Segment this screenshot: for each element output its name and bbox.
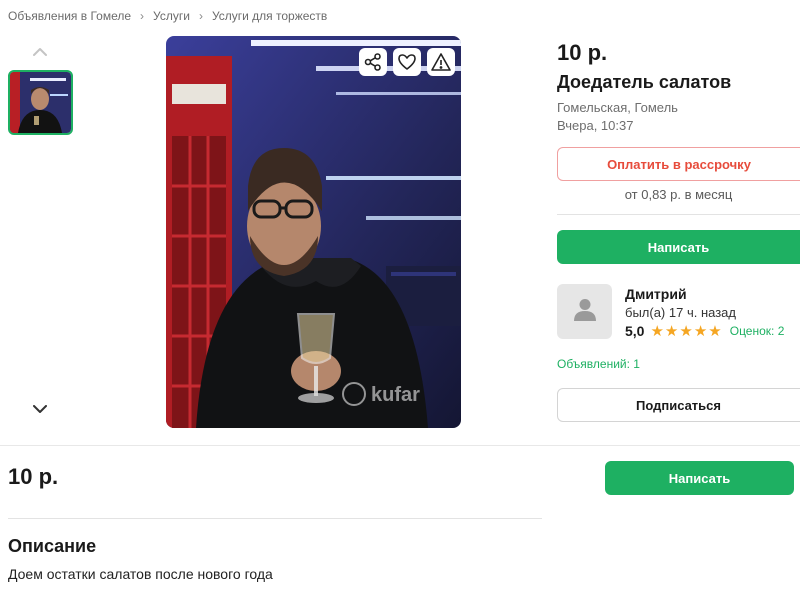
- listing-title: Доедатель салатов: [557, 72, 732, 92]
- star-icon: ★: [679, 322, 693, 340]
- breadcrumb: Объявления в Гомеле › Услуги › Услуги дл…: [8, 9, 327, 23]
- listing-date: Вчера, 10:37: [557, 118, 634, 133]
- star-icon: ★: [664, 322, 679, 340]
- warning-icon[interactable]: [427, 48, 455, 76]
- seller-name[interactable]: Дмитрий: [625, 286, 687, 302]
- heart-icon[interactable]: [393, 48, 421, 76]
- divider: [8, 518, 542, 519]
- rating-stars: ★ ★ ★ ★ ★: [650, 324, 721, 339]
- star-icon: ★: [708, 322, 722, 340]
- subscribe-button[interactable]: Подписаться: [557, 388, 800, 422]
- photo-thumbnail[interactable]: [8, 70, 73, 135]
- photo-actions: [359, 48, 455, 76]
- listing-price-bottom: 10 р.: [8, 464, 59, 489]
- main-photo[interactable]: kufar: [166, 36, 461, 428]
- photo-watermark: kufar: [371, 384, 420, 406]
- star-icon: ★: [650, 322, 664, 340]
- avatar[interactable]: [557, 284, 612, 339]
- chevron-up-icon[interactable]: [31, 42, 49, 60]
- user-placeholder-icon: [572, 296, 598, 327]
- divider: [0, 445, 800, 446]
- chevron-down-icon[interactable]: [31, 400, 49, 418]
- pay-installment-button[interactable]: Оплатить в рассрочку: [557, 147, 800, 181]
- description-heading: Описание: [8, 536, 97, 556]
- breadcrumb-separator-icon: ›: [198, 9, 203, 23]
- listing-location: Гомельская, Гомель: [557, 100, 678, 115]
- listing-price: 10 р.: [557, 40, 608, 65]
- seller-rating: 5,0 ★ ★ ★ ★ ★ Оценок: 2: [625, 323, 784, 339]
- breadcrumb-item-celebration-services[interactable]: Услуги для торжеств: [212, 9, 327, 23]
- write-message-button-bottom[interactable]: Написать: [605, 461, 794, 495]
- rating-value: 5,0: [625, 323, 645, 339]
- breadcrumb-item-services[interactable]: Услуги: [153, 9, 190, 23]
- star-icon: ★: [693, 322, 708, 340]
- breadcrumb-separator-icon: ›: [140, 9, 145, 23]
- description-text: Доем остатки салатов после нового года: [8, 566, 273, 582]
- reviews-link[interactable]: Оценок: 2: [730, 324, 785, 338]
- divider: [557, 214, 800, 215]
- seller-last-seen: был(а) 17 ч. назад: [625, 305, 736, 320]
- share-icon[interactable]: [359, 48, 387, 76]
- seller-ads-link[interactable]: Объявлений: 1: [557, 357, 640, 371]
- write-message-button[interactable]: Написать: [557, 230, 800, 264]
- installment-per-month: от 0,83 р. в месяц: [624, 187, 733, 202]
- breadcrumb-item-gomel[interactable]: Объявления в Гомеле: [8, 9, 131, 23]
